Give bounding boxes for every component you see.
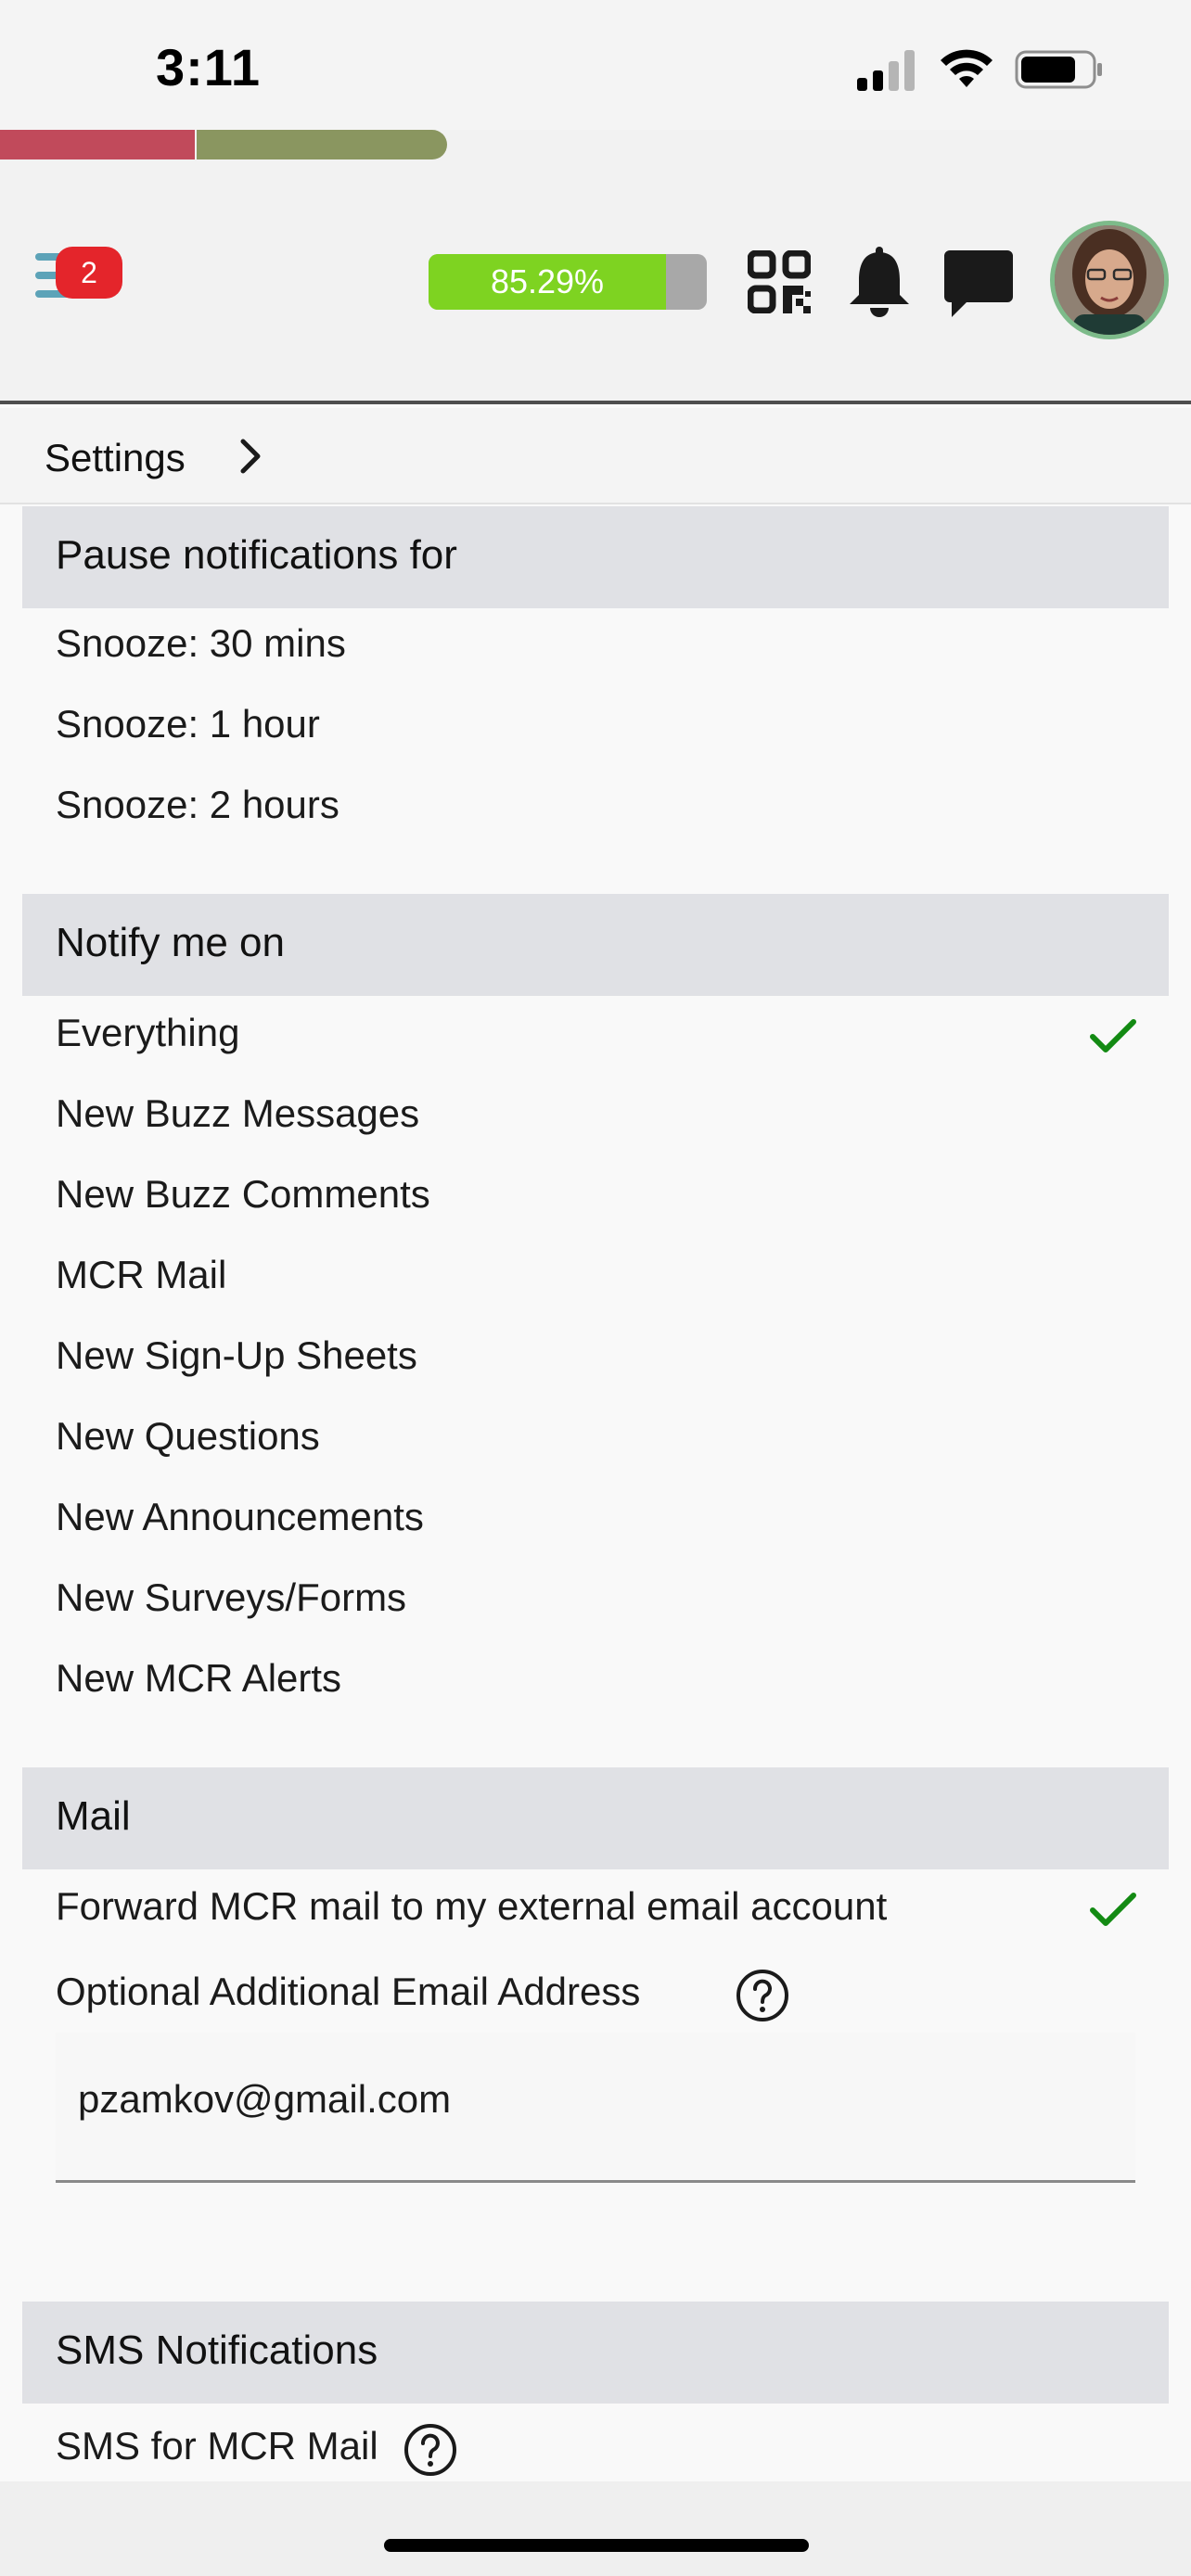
- progress-strip-segment-red: [0, 130, 195, 159]
- mail-title: Mail: [56, 1793, 131, 1839]
- bell-icon[interactable]: [846, 245, 913, 319]
- pause-notifications-title: Pause notifications for: [56, 532, 457, 578]
- home-indicator[interactable]: [384, 2539, 809, 2552]
- help-question-icon[interactable]: [735, 1968, 790, 2023]
- wifi-icon: [941, 49, 992, 87]
- chat-icon[interactable]: [942, 247, 1015, 321]
- chevron-right-icon: [240, 439, 261, 474]
- cellular-signal-icon: [857, 50, 915, 91]
- notify-new-mcr-alerts-option[interactable]: New MCR Alerts: [56, 1656, 341, 1701]
- checkmark-icon: [1090, 1893, 1136, 1926]
- sms-notifications-header: SMS Notifications: [22, 2302, 1169, 2404]
- notify-new-questions-option[interactable]: New Questions: [56, 1414, 320, 1459]
- notify-new-announcements-option[interactable]: New Announcements: [56, 1495, 424, 1539]
- user-avatar[interactable]: [1050, 221, 1169, 339]
- breadcrumb[interactable]: Settings: [0, 408, 1191, 504]
- progress-strip: [0, 130, 1191, 159]
- app-header: 2 85.29%: [0, 159, 1191, 404]
- notify-me-on-title: Notify me on: [56, 920, 285, 965]
- screen: 3:11 2 85.29% Settings Pause notificatio…: [0, 0, 1191, 2576]
- notify-new-sign-up-sheets-option[interactable]: New Sign-Up Sheets: [56, 1333, 417, 1378]
- snooze-2-hours-option[interactable]: Snooze: 2 hours: [56, 783, 339, 827]
- notify-new-buzz-comments-option[interactable]: New Buzz Comments: [56, 1172, 430, 1217]
- breadcrumb-settings-label: Settings: [45, 436, 186, 479]
- completion-progress-bar[interactable]: 85.29%: [429, 254, 707, 310]
- sms-for-mcr-mail-option[interactable]: SMS for MCR Mail: [56, 2424, 378, 2468]
- qr-code-icon[interactable]: [748, 250, 811, 313]
- notify-me-on-header: Notify me on: [22, 894, 1169, 996]
- notify-mcr-mail-option[interactable]: MCR Mail: [56, 1253, 226, 1297]
- bottom-safe-area: [0, 2481, 1191, 2576]
- pause-notifications-header: Pause notifications for: [22, 506, 1169, 608]
- help-question-icon[interactable]: [403, 2422, 458, 2478]
- battery-icon: [1015, 50, 1102, 89]
- notification-count-badge: 2: [56, 247, 122, 299]
- avatar-image: [1055, 225, 1164, 335]
- status-bar: 3:11: [0, 0, 1191, 130]
- notify-everything-option[interactable]: Everything: [56, 1011, 239, 1055]
- additional-email-label: Optional Additional Email Address: [56, 1970, 641, 2013]
- snooze-30-mins-option[interactable]: Snooze: 30 mins: [56, 621, 346, 666]
- status-time: 3:11: [156, 38, 261, 96]
- snooze-1-hour-option[interactable]: Snooze: 1 hour: [56, 702, 320, 746]
- checkmark-icon: [1090, 1019, 1136, 1052]
- notify-new-surveys-forms-option[interactable]: New Surveys/Forms: [56, 1575, 406, 1620]
- mail-header: Mail: [22, 1767, 1169, 1869]
- notify-new-buzz-messages-option[interactable]: New Buzz Messages: [56, 1091, 419, 1136]
- progress-strip-segment-green: [197, 130, 447, 159]
- additional-email-input[interactable]: pzamkov@gmail.com: [56, 2033, 1135, 2183]
- sms-notifications-title: SMS Notifications: [56, 2327, 378, 2373]
- additional-email-value: pzamkov@gmail.com: [78, 2077, 452, 2121]
- forward-mcr-mail-option[interactable]: Forward MCR mail to my external email ac…: [56, 1884, 887, 1929]
- completion-progress-label: 85.29%: [490, 262, 605, 300]
